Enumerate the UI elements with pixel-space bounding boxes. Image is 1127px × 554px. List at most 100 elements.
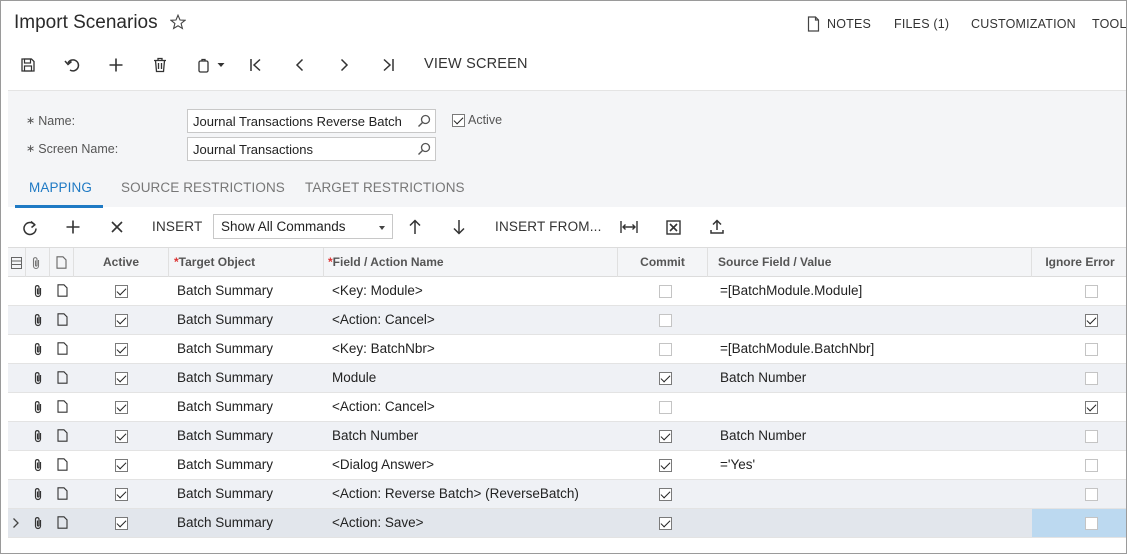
- favorite-star-icon[interactable]: [170, 14, 186, 30]
- commit-checkbox[interactable]: [659, 372, 672, 385]
- commit-checkbox[interactable]: [659, 517, 672, 530]
- table-row[interactable]: Batch Summary <Dialog Answer> ='Yes': [8, 451, 1126, 480]
- save-icon[interactable]: [18, 55, 38, 75]
- attachment-icon[interactable]: [33, 371, 47, 385]
- ignore-error-checkbox[interactable]: [1085, 372, 1098, 385]
- note-icon[interactable]: [57, 458, 71, 472]
- active-checkbox[interactable]: [115, 517, 128, 530]
- ignore-error-checkbox[interactable]: [1085, 285, 1098, 298]
- ignore-error-checkbox[interactable]: [1085, 343, 1098, 356]
- delete-row-icon[interactable]: [107, 217, 127, 237]
- target-object-cell[interactable]: Batch Summary: [177, 335, 273, 363]
- table-row[interactable]: Batch Summary <Action: Reverse Batch> (Re…: [8, 480, 1126, 509]
- col-field-action[interactable]: *Field / Action Name: [324, 248, 618, 277]
- target-object-cell[interactable]: Batch Summary: [177, 277, 273, 305]
- field-action-cell[interactable]: Module: [332, 364, 376, 392]
- tools-link[interactable]: TOOLS: [1092, 17, 1126, 31]
- ignore-error-checkbox[interactable]: [1085, 517, 1098, 530]
- active-checkbox[interactable]: [115, 372, 128, 385]
- attachment-icon[interactable]: [33, 284, 47, 298]
- move-up-icon[interactable]: [405, 217, 425, 237]
- first-record-icon[interactable]: [246, 55, 266, 75]
- name-field[interactable]: Journal Transactions Reverse Batch: [187, 109, 436, 133]
- attachment-icon[interactable]: [33, 487, 47, 501]
- col-source-field[interactable]: Source Field / Value: [708, 248, 1032, 277]
- target-object-cell[interactable]: Batch Summary: [177, 393, 273, 421]
- table-row[interactable]: Batch Summary Batch Number Batch Number: [8, 422, 1126, 451]
- undo-icon[interactable]: [62, 55, 82, 75]
- note-icon[interactable]: [57, 400, 71, 414]
- export-excel-icon[interactable]: [663, 217, 683, 237]
- target-object-cell[interactable]: Batch Summary: [177, 480, 273, 508]
- table-row[interactable]: Batch Summary <Action: Cancel>: [8, 393, 1126, 422]
- active-checkbox[interactable]: [115, 430, 128, 443]
- chevron-down-icon[interactable]: [215, 55, 227, 75]
- insert-button[interactable]: INSERT: [152, 219, 202, 234]
- commit-checkbox[interactable]: [659, 459, 672, 472]
- field-action-cell[interactable]: <Key: BatchNbr>: [332, 335, 435, 363]
- tab-target-restrictions[interactable]: TARGET RESTRICTIONS: [305, 180, 465, 195]
- next-record-icon[interactable]: [334, 55, 354, 75]
- col-target-object[interactable]: *Target Object: [169, 248, 324, 277]
- active-checkbox[interactable]: [115, 314, 128, 327]
- field-action-cell[interactable]: <Action: Reverse Batch> (ReverseBatch): [332, 480, 579, 508]
- col-ignore-error[interactable]: Ignore Error: [1032, 248, 1126, 277]
- ignore-error-checkbox[interactable]: [1085, 430, 1098, 443]
- attachment-icon[interactable]: [33, 342, 47, 356]
- field-action-cell[interactable]: <Action: Cancel>: [332, 393, 435, 421]
- tab-source-restrictions[interactable]: SOURCE RESTRICTIONS: [121, 180, 285, 195]
- source-field-cell[interactable]: Batch Number: [720, 422, 806, 450]
- ignore-error-checkbox[interactable]: [1085, 459, 1098, 472]
- files-link[interactable]: FILES (1): [894, 17, 949, 31]
- field-action-cell[interactable]: <Action: Save>: [332, 509, 424, 537]
- note-icon[interactable]: [57, 342, 71, 356]
- tab-mapping[interactable]: MAPPING: [29, 180, 92, 195]
- attachment-icon[interactable]: [33, 429, 47, 443]
- table-row[interactable]: Batch Summary <Key: BatchNbr> =[BatchModul…: [8, 335, 1126, 364]
- commit-checkbox[interactable]: [659, 314, 672, 327]
- note-icon[interactable]: [57, 313, 71, 327]
- table-row[interactable]: Batch Summary <Action: Save>: [8, 509, 1126, 538]
- active-checkbox[interactable]: [115, 285, 128, 298]
- target-object-cell[interactable]: Batch Summary: [177, 364, 273, 392]
- target-object-cell[interactable]: Batch Summary: [177, 451, 273, 479]
- note-icon[interactable]: [57, 516, 71, 530]
- source-field-cell[interactable]: =[BatchModule.BatchNbr]: [720, 335, 874, 363]
- last-record-icon[interactable]: [378, 55, 398, 75]
- refresh-icon[interactable]: [20, 218, 40, 238]
- source-field-cell[interactable]: ='Yes': [720, 451, 755, 479]
- ignore-error-checkbox[interactable]: [1085, 314, 1098, 327]
- active-checkbox[interactable]: [452, 114, 465, 127]
- commit-checkbox[interactable]: [659, 488, 672, 501]
- delete-icon[interactable]: [150, 55, 170, 75]
- source-field-cell[interactable]: =[BatchModule.Module]: [720, 277, 862, 305]
- row-settings-icon[interactable]: [8, 248, 26, 277]
- copy-paste-icon[interactable]: [194, 55, 214, 75]
- fit-columns-icon[interactable]: [619, 217, 639, 237]
- move-down-icon[interactable]: [449, 217, 469, 237]
- attachment-icon[interactable]: [33, 458, 47, 472]
- note-icon[interactable]: [57, 284, 71, 298]
- source-field-cell[interactable]: Batch Number: [720, 364, 806, 392]
- commit-checkbox[interactable]: [659, 430, 672, 443]
- add-row-icon[interactable]: [63, 217, 83, 237]
- field-action-cell[interactable]: Batch Number: [332, 422, 418, 450]
- col-commit[interactable]: Commit: [618, 248, 708, 277]
- search-icon[interactable]: [417, 142, 431, 156]
- active-checkbox[interactable]: [115, 488, 128, 501]
- search-icon[interactable]: [417, 114, 431, 128]
- notes-icon[interactable]: [807, 16, 820, 32]
- table-row[interactable]: Batch Summary Module Batch Number: [8, 364, 1126, 393]
- active-checkbox[interactable]: [115, 401, 128, 414]
- target-object-cell[interactable]: Batch Summary: [177, 306, 273, 334]
- command-filter-select[interactable]: Show All Commands: [213, 214, 393, 239]
- field-action-cell[interactable]: <Action: Cancel>: [332, 306, 435, 334]
- view-screen-button[interactable]: VIEW SCREEN: [424, 56, 528, 72]
- table-row[interactable]: Batch Summary <Key: Module> =[BatchModule.…: [8, 277, 1126, 306]
- add-icon[interactable]: [106, 55, 126, 75]
- active-checkbox[interactable]: [115, 343, 128, 356]
- note-icon[interactable]: [57, 429, 71, 443]
- table-row[interactable]: Batch Summary <Action: Cancel>: [8, 306, 1126, 335]
- target-object-cell[interactable]: Batch Summary: [177, 509, 273, 537]
- col-active[interactable]: Active: [74, 248, 169, 277]
